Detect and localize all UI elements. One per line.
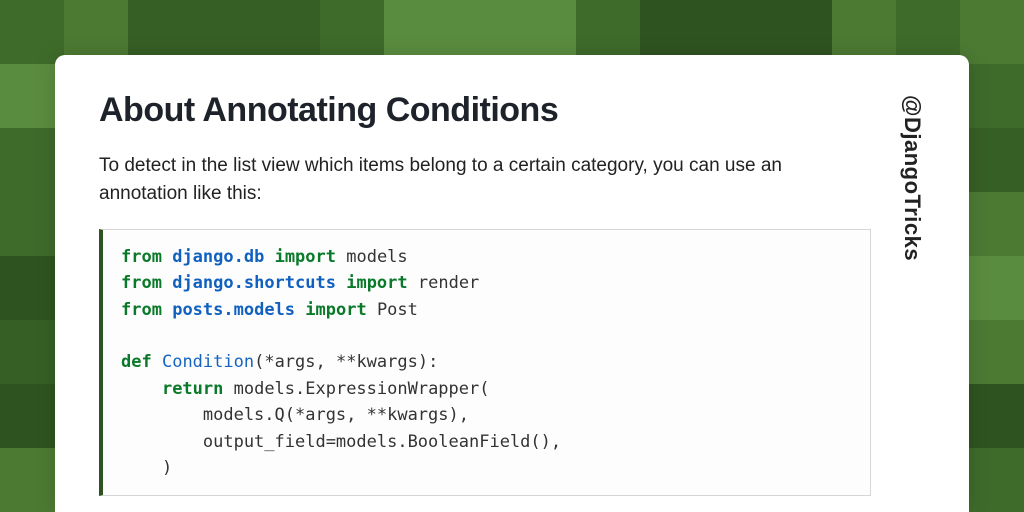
handle-sidebar: @DjangoTricks (899, 91, 925, 512)
code-text: render (408, 273, 480, 293)
main-column: About Annotating Conditions To detect in… (99, 91, 871, 512)
intro-text: To detect in the list view which items b… (99, 152, 871, 207)
keyword-import: import (346, 273, 407, 293)
code-text: models (336, 247, 408, 267)
keyword-from: from (121, 273, 162, 293)
code-line: models.Q(*args, **kwargs), (121, 405, 469, 425)
keyword-from: from (121, 247, 162, 267)
page-title: About Annotating Conditions (99, 91, 871, 130)
code-text: models.ExpressionWrapper( (223, 379, 489, 399)
namespace: django.db (172, 247, 264, 267)
namespace: posts.models (172, 300, 295, 320)
code-block: from django.db import models from django… (99, 229, 871, 496)
code-line: output_field=models.BooleanField(), (121, 432, 561, 452)
keyword-return: return (162, 379, 223, 399)
function-name: Condition (162, 352, 254, 372)
code-line: ) (121, 458, 172, 478)
content-card: About Annotating Conditions To detect in… (55, 55, 969, 512)
keyword-import: import (275, 247, 336, 267)
namespace: django.shortcuts (172, 273, 336, 293)
keyword-def: def (121, 352, 152, 372)
keyword-import: import (305, 300, 366, 320)
code-text: Post (367, 300, 418, 320)
keyword-from: from (121, 300, 162, 320)
code-text: (*args, **kwargs): (254, 352, 438, 372)
